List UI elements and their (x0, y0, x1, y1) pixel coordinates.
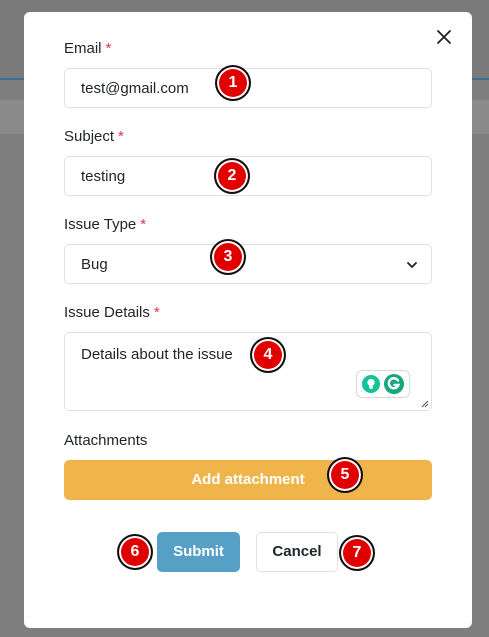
report-issue-modal: Email * test@gmail.com Subject * testing I… (24, 12, 472, 628)
step-marker-3: 3 (210, 239, 246, 275)
step-marker-6: 6 (117, 534, 153, 570)
step-marker-5: 5 (327, 457, 363, 493)
issue-type-value: Bug (81, 255, 108, 273)
issue-type-label: Issue Type * (64, 216, 146, 233)
submit-button[interactable]: Submit (157, 532, 240, 572)
grammarly-icon[interactable] (383, 373, 405, 395)
issue-details-label-text: Issue Details (64, 304, 150, 321)
subject-label: Subject * (64, 128, 124, 145)
required-mark: * (105, 40, 112, 57)
step-marker-1: 1 (215, 65, 251, 101)
resize-handle-icon[interactable] (421, 400, 429, 408)
issue-type-label-text: Issue Type (64, 216, 137, 233)
email-label: Email * (64, 40, 111, 57)
grammarly-widget[interactable] (356, 370, 410, 398)
subject-label-text: Subject (64, 128, 115, 145)
subject-value: testing (81, 167, 126, 185)
lightbulb-icon[interactable] (361, 374, 381, 394)
email-value: test@gmail.com (81, 79, 189, 97)
email-label-text: Email (64, 40, 102, 57)
step-marker-4: 4 (250, 337, 286, 373)
required-mark: * (140, 216, 147, 233)
required-mark: * (153, 304, 160, 321)
step-marker-2: 2 (214, 158, 250, 194)
step-marker-7: 7 (339, 535, 375, 571)
chevron-down-icon (407, 262, 417, 268)
issue-details-value: Details about the issue (81, 346, 233, 363)
issue-type-select[interactable]: Bug (64, 244, 432, 284)
required-mark: * (118, 128, 124, 145)
attachments-label: Attachments (64, 432, 148, 449)
close-icon[interactable] (434, 27, 454, 47)
issue-details-label: Issue Details * (64, 304, 160, 321)
cancel-button[interactable]: Cancel (256, 532, 338, 572)
add-attachment-button[interactable]: Add attachment (64, 460, 432, 500)
